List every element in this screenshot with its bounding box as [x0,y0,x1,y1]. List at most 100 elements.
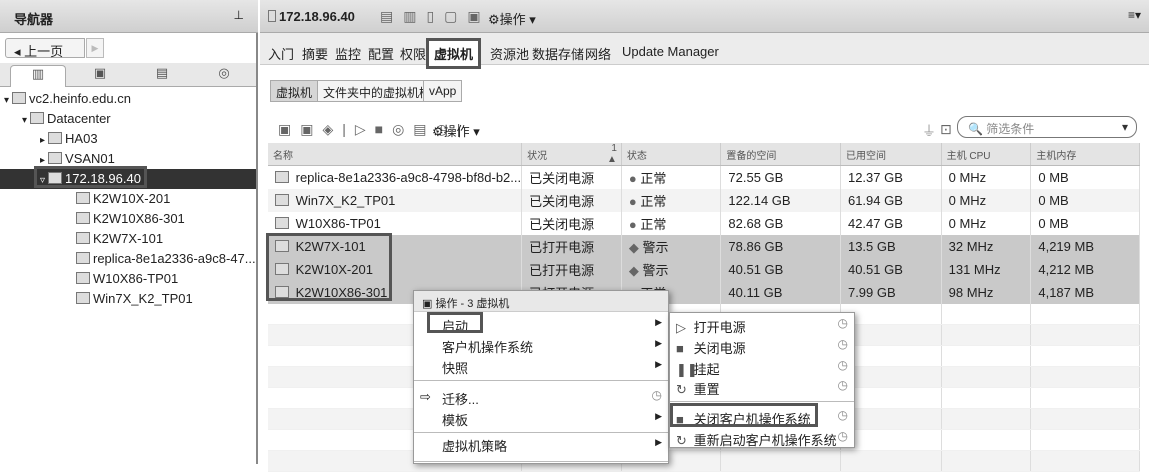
column-header[interactable]: 名称 [268,143,523,166]
object-tabs: 入门 摘要 监控 配置 权限 虚拟机 资源池 数据存储 网络 Update Manager [260,33,1149,69]
column-header[interactable]: 已用空间 [840,143,942,166]
provisioned-space-cell: 122.14 GB [720,188,841,212]
submenu-item[interactable]: ↻ 重新启动客户机操作系统 ◷ [670,428,854,449]
table-row[interactable]: K2W7X-101 已打开电源 ◆ 警示 78.86 GB 13.5 GB 32 MHz 4… [268,234,1140,258]
tab-2[interactable]: 监控 [335,44,361,63]
tab-9[interactable]: Update Manager [622,44,719,59]
back-button[interactable]: ◂ 上一页 [5,38,85,59]
vm-icon [76,292,90,304]
power-state-cell: 已关闭电源 [521,211,622,235]
column-header[interactable]: 状态 [621,143,722,166]
column-header[interactable]: 主机 CPU [941,143,1032,166]
clear-filter-icon[interactable]: ⏚ [922,121,936,141]
table-row[interactable]: replica-8e1a2336-a9c8-4798-bf8d-b2... 已关闭… [268,165,1140,189]
navigator-panel: 导航器 ⊥ ◂ 上一页 ▶ ▥ ▣ ▤ ◎ ▾ vc2.heinfo.edu.cn… [0,0,258,464]
host-icon [268,10,276,22]
host-memory-cell: 0 MB [1030,165,1140,189]
host-cpu-cell: 0 MHz [941,211,1032,235]
table-row[interactable]: K2W10X-201 已打开电源 ◆ 警示 40.51 GB 40.51 GB 131 M… [268,257,1140,281]
table-row[interactable]: W10X86-TP01 已关闭电源 ● 正常 82.68 GB 42.47 GB 0 MH… [268,211,1140,235]
empty-cell [941,408,1032,430]
tree-item[interactable]: replica-8e1a2336-a9c8-47... [0,249,256,269]
vms-templates-tab-icon[interactable]: ▣ [72,65,128,87]
storage-tab-icon[interactable]: ▤ [134,65,190,87]
host-cpu: 0 MHz [948,215,987,231]
status: 警示 [642,262,669,278]
expander-icon[interactable]: ▾ [4,95,9,106]
tab-4[interactable]: 权限 [400,44,426,63]
tree-item[interactable]: ▸ HA03 [0,129,256,149]
host-cpu: 32 MHz [948,238,994,254]
network-tab-icon[interactable]: ◎ [196,65,252,87]
used-space: 42.47 GB [847,215,903,231]
status: 正常 [640,216,667,232]
expander-icon[interactable]: ▾ [22,115,27,126]
tab-0[interactable]: 入门 [268,44,294,63]
hosts-clusters-tab-icon[interactable]: ▥ [10,65,66,87]
submenu-item[interactable]: ■ 关闭电源 ◷ [670,336,854,357]
table-row[interactable]: Win7X_K2_TP01 已关闭电源 ● 正常 122.14 GB 61.94 GB 0… [268,188,1140,212]
navigator-title: 导航器 [0,0,258,33]
tree-item[interactable]: ▾ vc2.heinfo.edu.cn [0,89,256,109]
context-menu-item[interactable]: ⇨ 迁移... ◷ [414,387,668,408]
filter-input[interactable]: 🔍 筛选条件 ▾ [957,116,1137,138]
subtab-0[interactable]: 虚拟机 [270,80,319,102]
vm-actions-button[interactable]: ⚙操作 ▾ [432,121,480,140]
pin-icon[interactable]: ⊥ [234,8,244,22]
submenu-arrow-icon: ▶ [655,359,662,369]
tab-8[interactable]: 网络 [585,44,611,63]
empty-cell [840,387,942,409]
menu-item-label: 快照 [442,361,469,376]
used-space-cell: 40.51 GB [840,257,942,281]
vm-icon [76,192,90,204]
menu-icon[interactable]: ≡▾ [1128,8,1141,22]
context-menu-item[interactable]: 快照 ▶ [414,356,668,377]
context-menu-item[interactable]: 客户机操作系统 ▶ [414,335,668,356]
provisioned-space: 72.55 GB [728,169,784,185]
expander-icon[interactable]: ▸ [40,135,45,146]
host-action-icons[interactable]: ▤▥▯▢▣ [380,8,491,25]
status: 警示 [642,239,669,255]
tree-item[interactable]: Win7X_K2_TP01 [0,289,256,309]
tab-3[interactable]: 配置 [368,44,394,63]
tree-item[interactable]: W10X86-TP01 [0,269,256,289]
highlight-box [670,403,818,427]
provisioned-space: 78.86 GB [728,238,784,254]
forward-button[interactable]: ▶ [86,38,104,58]
empty-cell [1030,429,1140,451]
column-header[interactable]: 主机内存 [1030,143,1140,166]
status-cell: ● 正常 [621,211,722,235]
submenu-item[interactable]: ▷ 打开电源 ◷ [670,315,854,336]
empty-cell [1030,450,1140,472]
context-menu-item[interactable]: 虚拟机策略 ▶ [414,434,668,455]
expander-icon[interactable]: ▸ [40,155,45,166]
status: 正常 [640,193,667,209]
column-header[interactable]: 1 ▲ [601,143,622,166]
vm-name: Win7X_K2_TP01 [295,192,396,208]
host-cpu-cell: 32 MHz [941,234,1032,258]
tree-item[interactable]: K2W7X-101 [0,229,256,249]
tab-6[interactable]: 资源池 [490,44,529,63]
column-header[interactable]: 置备的空间 [720,143,841,166]
submenu-item[interactable]: ❚❚ 挂起 ◷ [670,357,854,378]
tab-1[interactable]: 摘要 [302,44,328,63]
actions-menu-button[interactable]: ⚙操作 ▾ [488,9,536,28]
submenu-item[interactable]: ↻ 重置 ◷ [670,377,854,398]
export-icon[interactable]: ⊡ [940,121,952,138]
tab-7[interactable]: 数据存储 [532,44,584,63]
tree-item[interactable]: ▾ Datacenter [0,109,256,129]
submenu-arrow-icon: ▶ [655,317,662,327]
tree-item[interactable]: K2W10X-201 [0,189,256,209]
table-row[interactable]: K2W10X86-301已打开电源● 正常40.11 GB7.99 GB98 M… [268,280,1140,304]
host-name: 172.18.96.40 [279,9,355,24]
tab-5[interactable]: 虚拟机 [426,38,482,69]
host-memory: 4,219 MB [1038,238,1095,254]
empty-cell [840,324,942,346]
provisioned-space-cell: 40.51 GB [720,257,841,281]
host-cpu-cell: 0 MHz [941,165,1032,189]
column-header[interactable]: 状况 [521,143,602,166]
empty-row [268,450,1140,472]
context-menu-item[interactable]: 模板 ▶ [414,408,668,429]
tree-item[interactable]: K2W10X86-301 [0,209,256,229]
subtab-2[interactable]: vApp [423,80,463,102]
